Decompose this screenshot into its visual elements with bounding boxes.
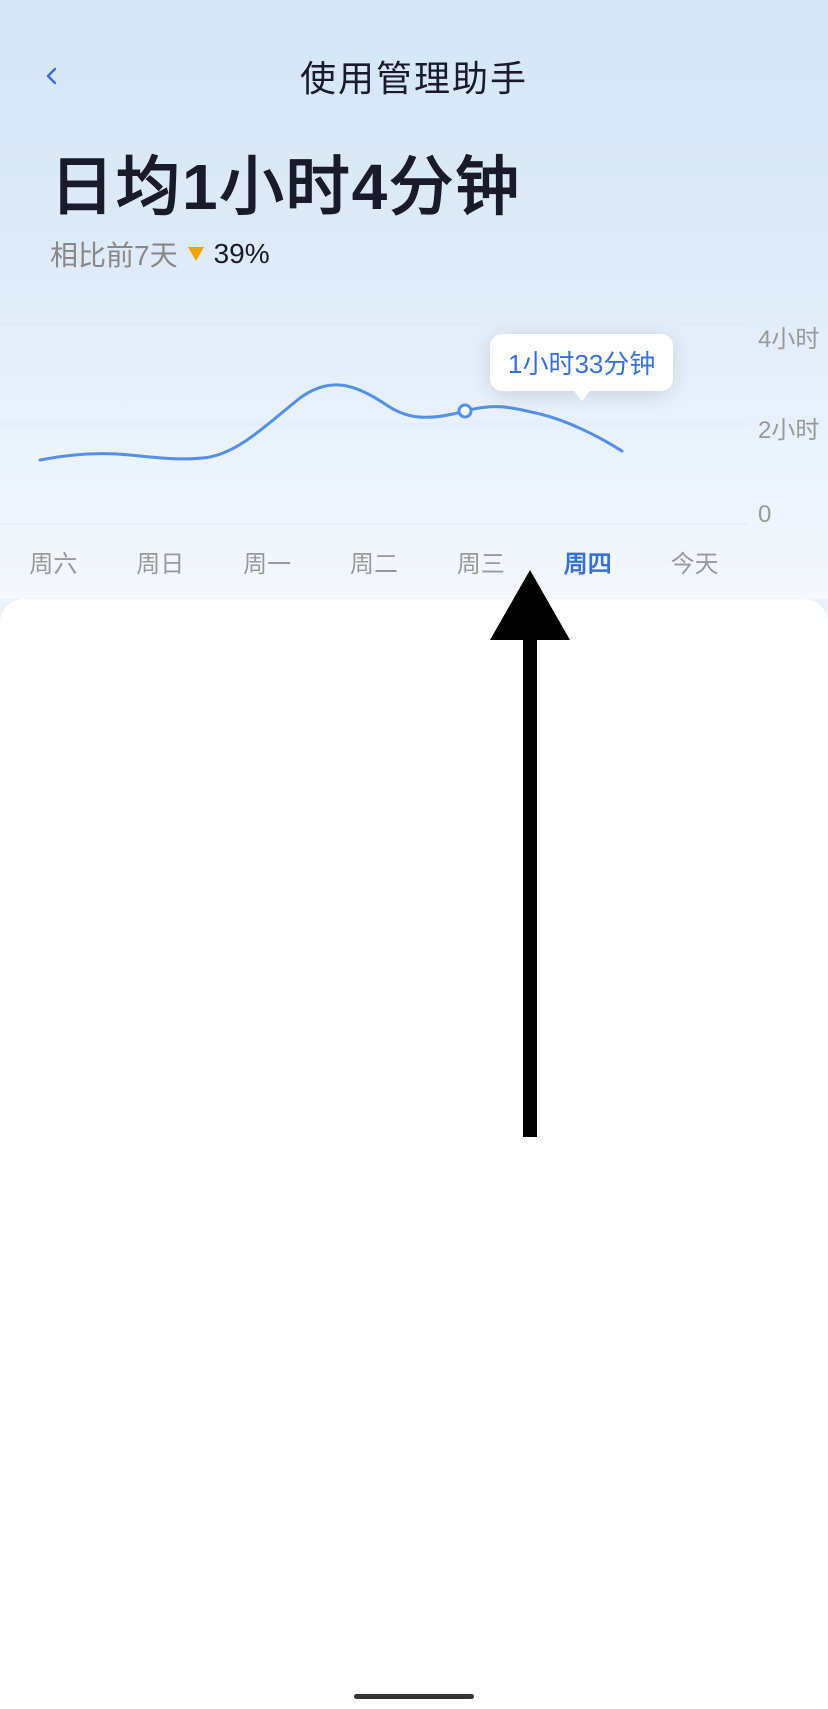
back-icon: [40, 64, 64, 88]
header: 使用管理助手: [0, 0, 828, 122]
back-button[interactable]: [30, 54, 74, 98]
comparison-row: 相比前7天 39%: [50, 234, 778, 274]
x-labels: 周六 周日 周一 周二 周三 周四 今天: [0, 534, 748, 589]
home-indicator: [354, 1694, 474, 1699]
chart-x-wrapper: 周六 周日 周一 周二 周三 周四 今天: [0, 534, 828, 589]
trend-pct: 39%: [214, 238, 270, 270]
x-label-6: 今天: [641, 544, 748, 579]
annotation-arrow: [0, 560, 828, 1180]
upper-section: 使用管理助手 日均1小时4分钟 相比前7天 39%: [0, 0, 828, 599]
comparison-prefix: 相比前7天: [50, 234, 178, 274]
chart-inner: 4小时 2小时 0 1小时33分钟: [0, 314, 828, 534]
x-label-3: 周二: [321, 544, 428, 579]
page-root: 使用管理助手 日均1小时4分钟 相比前7天 39%: [0, 0, 828, 1709]
x-label-1: 周日: [107, 544, 214, 579]
page-title: 使用管理助手: [300, 50, 528, 102]
down-arrow-icon: [188, 247, 204, 261]
content-area: [0, 599, 828, 1699]
chart-active-dot: [459, 405, 471, 417]
daily-avg-label: 日均1小时4分钟: [50, 152, 778, 222]
chart-container: 4小时 2小时 0 1小时33分钟 周六 周日 周一 周二 周三 周四: [0, 304, 828, 599]
x-label-0: 周六: [0, 544, 107, 579]
y-label-0: 0: [748, 501, 828, 529]
stats-area: 日均1小时4分钟 相比前7天 39%: [0, 122, 828, 284]
chart-tooltip: 1小时33分钟: [490, 334, 673, 391]
tooltip-value: 1小时33分钟: [508, 349, 655, 379]
x-label-4: 周三: [427, 544, 534, 579]
x-label-2: 周一: [214, 544, 321, 579]
y-label-2h: 2小时: [748, 410, 828, 445]
chart-y-labels: 4小时 2小时 0: [748, 314, 828, 534]
trend-down-icon: [188, 247, 204, 261]
y-label-4h: 4小时: [748, 319, 828, 354]
x-label-5-active: 周四: [534, 544, 641, 579]
